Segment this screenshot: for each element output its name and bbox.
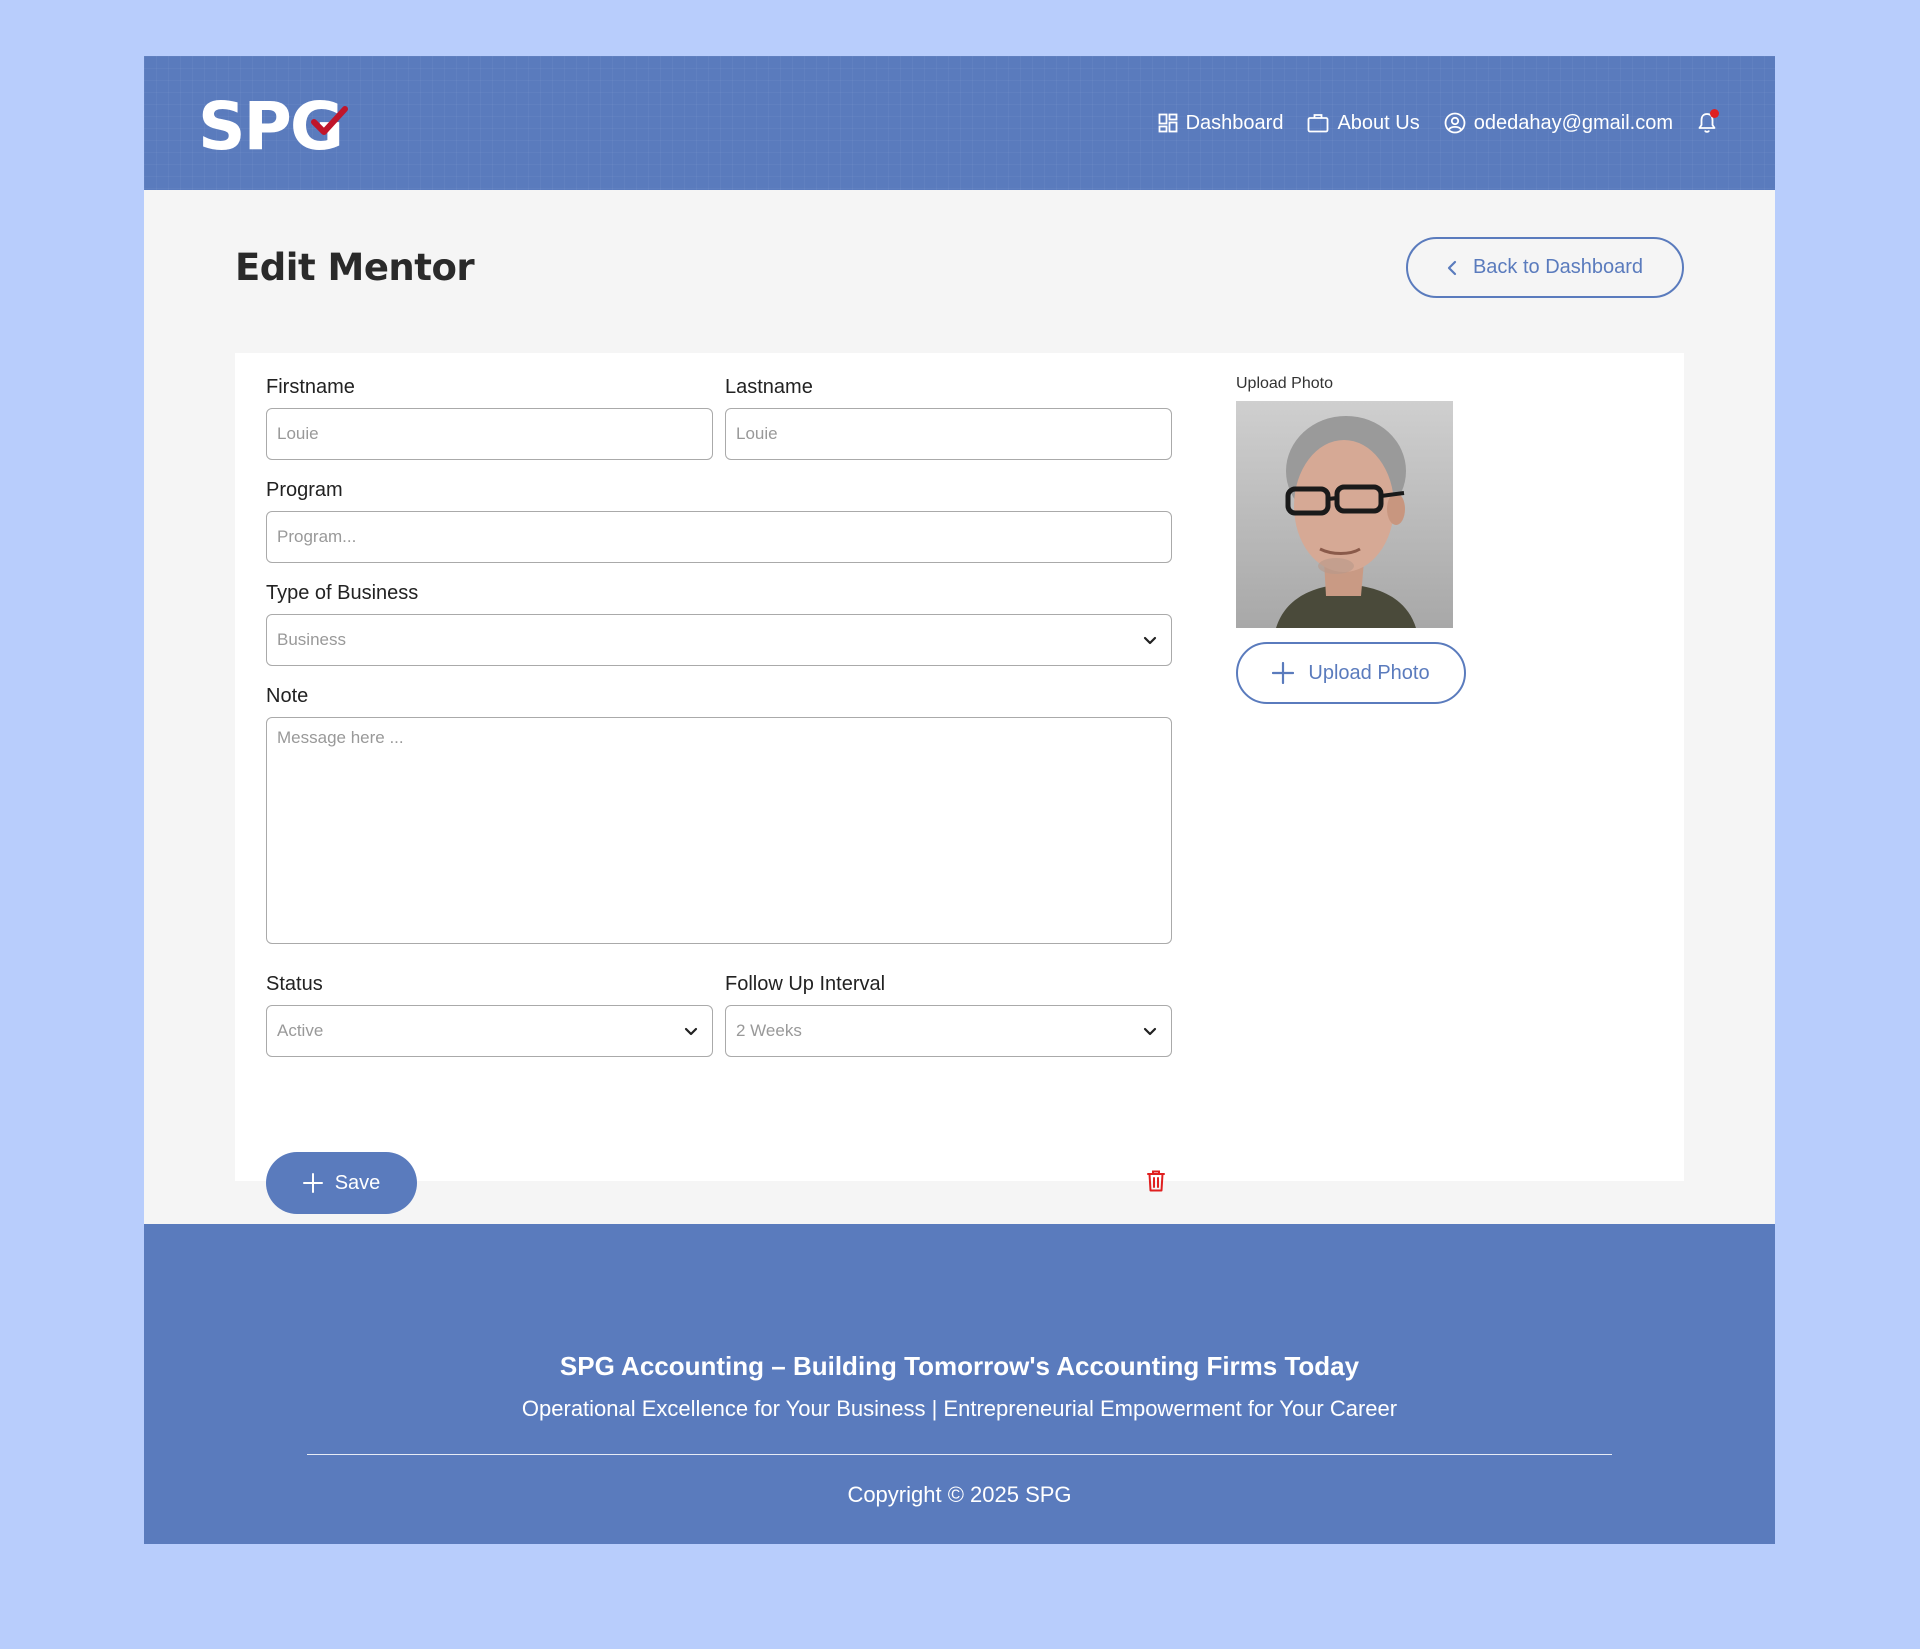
- nav-user-account[interactable]: odedahay@gmail.com: [1444, 112, 1673, 135]
- note-textarea[interactable]: Message here ...: [266, 717, 1172, 944]
- logo-check-icon: [311, 106, 348, 135]
- save-button[interactable]: Save: [266, 1152, 417, 1214]
- top-nav: Dashboard About Us odedahay@gmail.com: [1158, 56, 1719, 190]
- site-footer: SPG Accounting – Building Tomorrow's Acc…: [144, 1224, 1775, 1544]
- upload-button-label: Upload Photo: [1308, 661, 1430, 684]
- mentor-photo: [1236, 401, 1453, 628]
- page-title: Edit Mentor: [235, 246, 475, 289]
- chevron-left-icon: [1447, 260, 1457, 275]
- follow-up-label: Follow Up Interval: [725, 973, 886, 995]
- upload-photo-button[interactable]: Upload Photo: [1236, 642, 1466, 704]
- briefcase-icon: [1308, 114, 1329, 133]
- lastname-label: Lastname: [725, 376, 813, 398]
- status-value: Active: [277, 1021, 324, 1040]
- plus-icon: [1272, 662, 1295, 684]
- back-button-label: Back to Dashboard: [1472, 256, 1644, 278]
- chevron-down-icon: [1143, 1027, 1157, 1035]
- footer-copyright: Copyright © 2025 SPG: [847, 1482, 1072, 1507]
- notification-badge: [1710, 109, 1719, 118]
- chevron-down-icon: [684, 1027, 698, 1035]
- dashboard-icon: [1158, 113, 1177, 133]
- follow-up-select[interactable]: 2 Weeks: [725, 1005, 1172, 1057]
- business-type-label: Type of Business: [266, 582, 419, 604]
- user-email: odedahay@gmail.com: [1473, 111, 1673, 134]
- business-type-value: Business: [277, 630, 346, 649]
- nav-dashboard-label: Dashboard: [1185, 111, 1284, 134]
- business-type-select[interactable]: Business: [266, 614, 1172, 666]
- status-label: Status: [266, 973, 323, 995]
- notifications-button[interactable]: [1697, 109, 1719, 134]
- logo[interactable]: SPG: [198, 92, 348, 162]
- trash-icon[interactable]: [1146, 1169, 1166, 1193]
- plus-icon: [302, 1173, 323, 1193]
- save-button-label: Save: [334, 1171, 381, 1194]
- upload-photo-label: Upload Photo: [1236, 375, 1333, 392]
- edit-mentor-form: Firstname Louie Lastname Louie Program P…: [235, 353, 1684, 1214]
- firstname-input[interactable]: Louie: [266, 408, 713, 460]
- follow-up-value: 2 Weeks: [736, 1021, 802, 1040]
- page-frame: SPG Dashboard About Us odedahay@gmail.co…: [144, 56, 1775, 1544]
- footer-divider: [307, 1454, 1612, 1455]
- chevron-down-icon: [1143, 636, 1157, 644]
- user-circle-icon: [1444, 112, 1466, 134]
- firstname-label: Firstname: [266, 376, 355, 398]
- program-label: Program: [266, 479, 343, 501]
- note-label: Note: [266, 685, 309, 707]
- nav-about-label: About Us: [1337, 111, 1420, 134]
- status-select[interactable]: Active: [266, 1005, 713, 1057]
- nav-about[interactable]: About Us: [1307, 111, 1420, 135]
- footer-subtitle: Operational Excellence for Your Business…: [521, 1396, 1398, 1421]
- footer-title: SPG Accounting – Building Tomorrow's Acc…: [559, 1351, 1360, 1381]
- mentor-portrait-image: [1236, 401, 1453, 628]
- top-header: SPG Dashboard About Us odedahay@gmail.co…: [144, 56, 1775, 190]
- back-to-dashboard-button[interactable]: Back to Dashboard: [1406, 237, 1684, 298]
- program-input[interactable]: Program...: [266, 511, 1172, 563]
- nav-dashboard[interactable]: Dashboard: [1158, 111, 1284, 135]
- lastname-input[interactable]: Louie: [725, 408, 1172, 460]
